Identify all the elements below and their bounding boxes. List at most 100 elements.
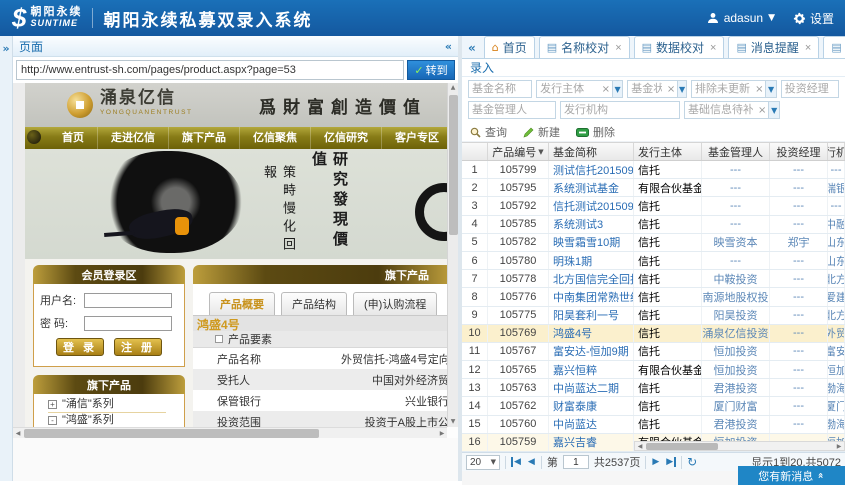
site-nav-item-1[interactable]: 首页 (49, 127, 98, 149)
tree-item-1[interactable]: +"涌信"系列 (48, 397, 166, 413)
grid-scroll-right-icon[interactable]: ▶ (834, 442, 844, 451)
table-row[interactable]: 8105776中南集团常熟世纪缄城信托中南源地股权投资---爱建 (462, 288, 845, 306)
fund-name-link[interactable]: 系统测试基金 (549, 179, 634, 196)
table-row[interactable]: 3105792信托测试20150909信托--------- (462, 197, 845, 215)
fund-name-link[interactable]: 系统测试3 (549, 216, 634, 233)
register-button[interactable]: 注 册 (114, 338, 162, 356)
next-page-button[interactable]: ▶ (651, 457, 660, 467)
reload-grid-icon[interactable]: ↻ (687, 455, 697, 469)
filter-input-基础信息待补[interactable] (685, 103, 756, 117)
filter-input-发行机构[interactable] (561, 103, 679, 117)
delete-button[interactable]: 删除 (576, 124, 615, 140)
search-button[interactable]: 查询 (470, 124, 507, 140)
expand-west-icon[interactable]: » (0, 42, 12, 55)
fund-name-link[interactable]: 富安达-恒加9期 (549, 343, 634, 360)
fund-name-link[interactable]: 中尚蓝达二期 (549, 379, 634, 396)
table-row[interactable]: 15105760中尚蓝达信托君港投资---渤海 (462, 416, 845, 434)
dropdown-icon[interactable]: ▼ (765, 81, 775, 97)
table-row[interactable]: 13105763中尚蓝达二期信托君港投资---渤海 (462, 379, 845, 397)
clear-filter-icon[interactable]: × (753, 84, 765, 95)
clear-filter-icon[interactable]: × (665, 84, 677, 95)
fund-name-link[interactable]: 明珠1期 (549, 252, 634, 269)
filter-input-基金管理人[interactable] (469, 103, 555, 117)
table-row[interactable]: 14105762财富泰康信托厦门财富---厦门 (462, 397, 845, 415)
tab-扣分绩效统计[interactable]: ▤扣分绩效统计× (823, 36, 845, 58)
fund-name-link[interactable]: 信托测试20150909 (549, 197, 634, 214)
new-message-bar[interactable]: 您有新消息 » (738, 466, 845, 485)
fund-name-link[interactable]: 鸿盛4号 (549, 325, 634, 342)
table-row[interactable]: 10105769鸿盛4号信托涌泉亿信投资---外贸 (462, 325, 845, 343)
prev-page-button[interactable]: ◀ (527, 457, 536, 467)
product-tab-1[interactable]: 产品概要 (209, 292, 275, 315)
dropdown-icon[interactable]: ▼ (612, 81, 622, 97)
login-button[interactable]: 登 录 (56, 338, 104, 356)
table-row[interactable]: 1105799测试信托20150910信托--------- (462, 161, 845, 179)
table-row[interactable]: 11105767富安达-恒加9期信托恒加投资---富安 (462, 343, 845, 361)
column-header-发行主体[interactable]: 发行主体 (634, 143, 702, 160)
site-nav-item-5[interactable]: 亿信研究 (311, 127, 382, 149)
vscroll-thumb[interactable] (449, 95, 458, 235)
tree-expander-icon[interactable]: - (48, 416, 57, 425)
tab-名称校对[interactable]: ▤名称校对× (539, 36, 630, 58)
clear-filter-icon[interactable]: × (600, 84, 612, 95)
filter-input-投资经理[interactable] (782, 82, 838, 96)
table-row[interactable]: 5105782映雪霜雪10期信托映雪资本郑宇山东 (462, 234, 845, 252)
tab-消息提醒[interactable]: ▤消息提醒× (728, 36, 819, 58)
user-menu[interactable]: adasun ▼ (707, 11, 775, 25)
password-field[interactable] (84, 316, 172, 331)
fund-name-link[interactable]: 北方国信完全回报 (549, 270, 634, 287)
go-button[interactable]: ✓ 转到 (407, 60, 455, 80)
table-row[interactable]: 7105778北方国信完全回报信托中鞍投资---北方 (462, 270, 845, 288)
username-field[interactable] (84, 293, 172, 308)
dropdown-icon[interactable]: ▼ (768, 102, 779, 118)
tree-expander-icon[interactable]: + (48, 400, 57, 409)
webpage-vertical-scrollbar[interactable]: ▲ ▼ (447, 83, 458, 427)
clear-filter-icon[interactable]: × (756, 105, 768, 116)
column-header-基金简称[interactable]: 基金简称 (549, 143, 634, 160)
scroll-up-icon[interactable]: ▲ (448, 83, 458, 93)
first-page-button[interactable]: ◀ (511, 457, 522, 467)
site-nav-item-3[interactable]: 旗下产品 (169, 127, 240, 149)
fund-name-link[interactable]: 财富泰康 (549, 397, 634, 414)
grid-scroll-left-icon[interactable]: ◀ (635, 442, 645, 451)
grid-hscroll-thumb[interactable] (646, 443, 718, 450)
tab-close-icon[interactable]: × (710, 42, 716, 54)
page-size-select[interactable]: 20 ▼ (466, 455, 500, 470)
site-nav-item-2[interactable]: 走进亿信 (98, 127, 169, 149)
column-header-产品编号[interactable]: 产品编号▼ (488, 143, 549, 160)
fund-name-link[interactable]: 中南集团常熟世纪缄城 (549, 288, 634, 305)
table-row[interactable]: 9105775阳昊套利一号信托阳昊投资---北方 (462, 307, 845, 325)
hscroll-thumb[interactable] (24, 429, 319, 438)
filter-input-基金名称[interactable] (469, 82, 531, 96)
filter-input-排除未更新净值基金[interactable] (692, 82, 753, 96)
fund-name-link[interactable]: 阳昊套利一号 (549, 307, 634, 324)
tab-数据校对[interactable]: ▤数据校对× (634, 36, 725, 58)
table-row[interactable]: 6105780明珠1期信托------山东 (462, 252, 845, 270)
table-row[interactable]: 2105795系统测试基金有限合伙基金------瑞银 (462, 179, 845, 197)
url-input[interactable] (16, 60, 404, 80)
collapse-left-icon[interactable]: « (445, 40, 452, 53)
new-button[interactable]: 新建 (523, 124, 560, 140)
column-header-rownum[interactable] (462, 143, 488, 160)
column-header-投资经理[interactable]: 投资经理 (770, 143, 828, 160)
fund-name-link[interactable]: 嘉兴吉睿 (549, 434, 634, 451)
webpage-horizontal-scrollbar[interactable]: ◀ ▶ (13, 427, 447, 438)
filter-input-基金状态[interactable] (628, 82, 665, 96)
tree-item-2[interactable]: -"鸿盛"系列 (48, 413, 166, 427)
site-nav-item-6[interactable]: 客户专区 (382, 127, 453, 149)
tab-首页[interactable]: ⌂首页 (484, 36, 535, 58)
page-number-input[interactable] (563, 455, 589, 469)
tab-close-icon[interactable]: × (805, 42, 811, 54)
column-header-基金管理人[interactable]: 基金管理人 (702, 143, 770, 160)
product-tab-3[interactable]: (申)认购流程 (353, 292, 437, 315)
site-nav-item-4[interactable]: 亿信聚焦 (240, 127, 311, 149)
last-page-button[interactable]: ▶ (665, 457, 676, 467)
product-tab-2[interactable]: 产品结构 (281, 292, 347, 315)
tab-close-icon[interactable]: × (615, 42, 621, 54)
scroll-down-icon[interactable]: ▼ (448, 417, 458, 427)
settings-button[interactable]: 设置 (793, 10, 845, 27)
fund-name-link[interactable]: 中尚蓝达 (549, 416, 634, 433)
filter-input-发行主体[interactable] (537, 82, 600, 96)
grid-horizontal-scrollbar[interactable]: ◀ ▶ (634, 441, 845, 451)
fund-name-link[interactable]: 测试信托20150910 (549, 161, 634, 178)
